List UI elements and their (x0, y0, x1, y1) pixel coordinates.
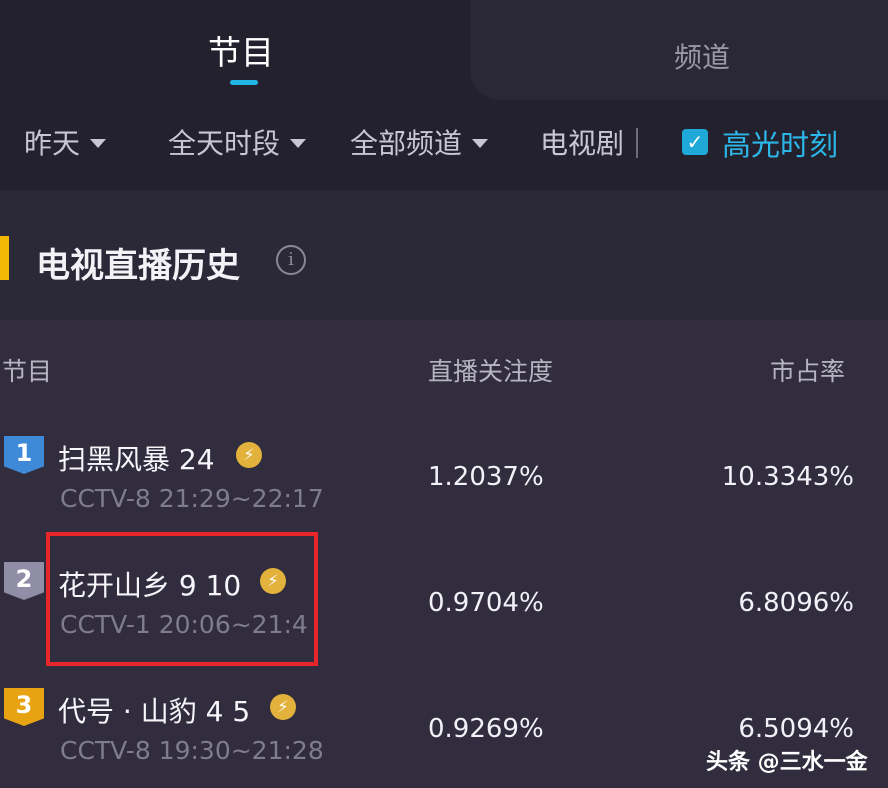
lightning-icon: ⚡ (270, 694, 296, 720)
caret-down-icon (472, 138, 489, 148)
caret-down-icon (290, 138, 307, 148)
watermark: 头条 @三水一金 (706, 750, 868, 775)
header-attention[interactable]: 直播关注度 (428, 352, 553, 388)
info-icon[interactable]: i (276, 245, 306, 275)
lightning-icon: ⚡ (236, 442, 262, 468)
rank-badge: 1 (4, 436, 44, 474)
filter-genre[interactable]: 电视剧 (540, 122, 624, 162)
share-value: 10.3343% (721, 462, 854, 492)
highlight-annotation-box (46, 532, 318, 666)
attention-value: 0.9704% (428, 588, 544, 618)
caret-down-icon (90, 138, 107, 148)
attention-value: 0.9269% (428, 714, 544, 744)
attention-value: 1.2037% (428, 462, 544, 492)
filter-genre-label: 电视剧 (540, 127, 625, 160)
filter-period-label: 全天时段 (168, 127, 281, 160)
program-name: 代号 · 山豹 4 5 (58, 695, 251, 728)
check-icon: ✓ (686, 130, 704, 154)
header-share[interactable]: 市占率 (770, 352, 845, 388)
program-time: CCTV-8 19:30~21:28 (60, 736, 324, 765)
filter-channel[interactable]: 全部频道 (350, 122, 489, 162)
filter-period[interactable]: 全天时段 (168, 122, 307, 162)
active-tab-indicator (230, 80, 258, 85)
share-value: 6.8096% (738, 588, 854, 618)
program-name: 扫黑风暴 24 (58, 443, 215, 476)
tab-channel[interactable]: 频道 (674, 36, 730, 76)
share-value: 6.5094% (738, 714, 854, 744)
rank-badge: 3 (4, 688, 44, 726)
program-time: CCTV-8 21:29~22:17 (60, 484, 324, 513)
highlight-checkbox[interactable]: ✓ (682, 129, 708, 155)
section-title: 电视直播历史 (36, 246, 240, 286)
tab-program[interactable]: 节目 (208, 26, 274, 74)
header-program: 节目 (2, 357, 53, 386)
rank-badge: 2 (4, 562, 44, 600)
highlight-label[interactable]: 高光时刻 (722, 122, 838, 164)
section-accent-bar (0, 236, 9, 280)
filter-channel-label: 全部频道 (350, 127, 463, 160)
filter-divider (636, 128, 638, 158)
filter-day-label: 昨天 (24, 127, 81, 160)
filter-day[interactable]: 昨天 (24, 122, 107, 162)
